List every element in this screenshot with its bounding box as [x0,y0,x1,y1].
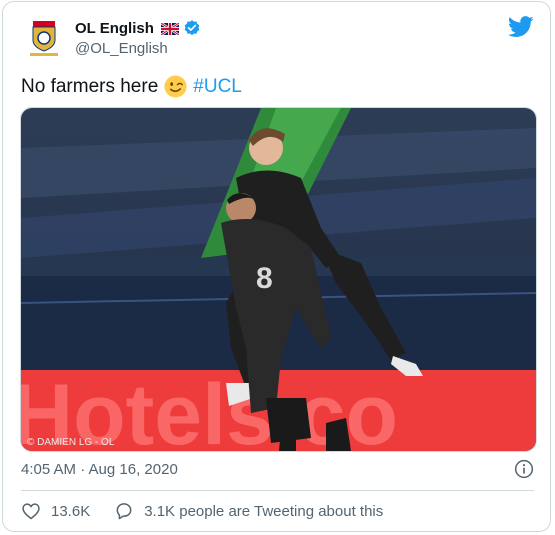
like-button[interactable]: 13.6K [21,501,90,521]
divider [21,490,534,491]
tweet-timestamp[interactable]: 4:05 AM · Aug 16, 2020 [21,461,178,478]
like-count: 13.6K [51,502,91,520]
united-kingdom-flag-icon [160,22,180,36]
info-icon[interactable] [514,459,534,479]
tweet-text: No farmers here #UCL [21,75,242,98]
winking-face-emoji-icon [164,75,187,98]
speech-bubble-icon [116,503,132,520]
hashtag-link[interactable]: #UCL [193,76,242,98]
photo-credit: © DAMIEN LG - OL [27,437,115,448]
tweet-photo[interactable]: Hotels.co 8 © DAMIEN LG - OL [20,107,537,452]
author-name-row[interactable]: OL English [75,19,201,37]
action-row: 13.6K 3.1K people are Tweeting about thi… [21,501,383,521]
conversation-link[interactable]: 3.1K people are Tweeting about this [114,501,383,521]
tweet-body: No farmers here [21,75,159,97]
twitter-bird-icon[interactable] [507,16,534,38]
avatar[interactable] [21,16,67,62]
tweet-card[interactable]: OL English @OL_English No farmers here #… [2,1,551,532]
conversation-text: 3.1K people are Tweeting about this [144,502,384,520]
heart-icon [22,503,40,520]
author-handle[interactable]: @OL_English [75,40,168,57]
display-name[interactable]: OL English [75,20,154,37]
verified-badge-icon [183,19,201,37]
svg-text:8: 8 [256,262,273,295]
